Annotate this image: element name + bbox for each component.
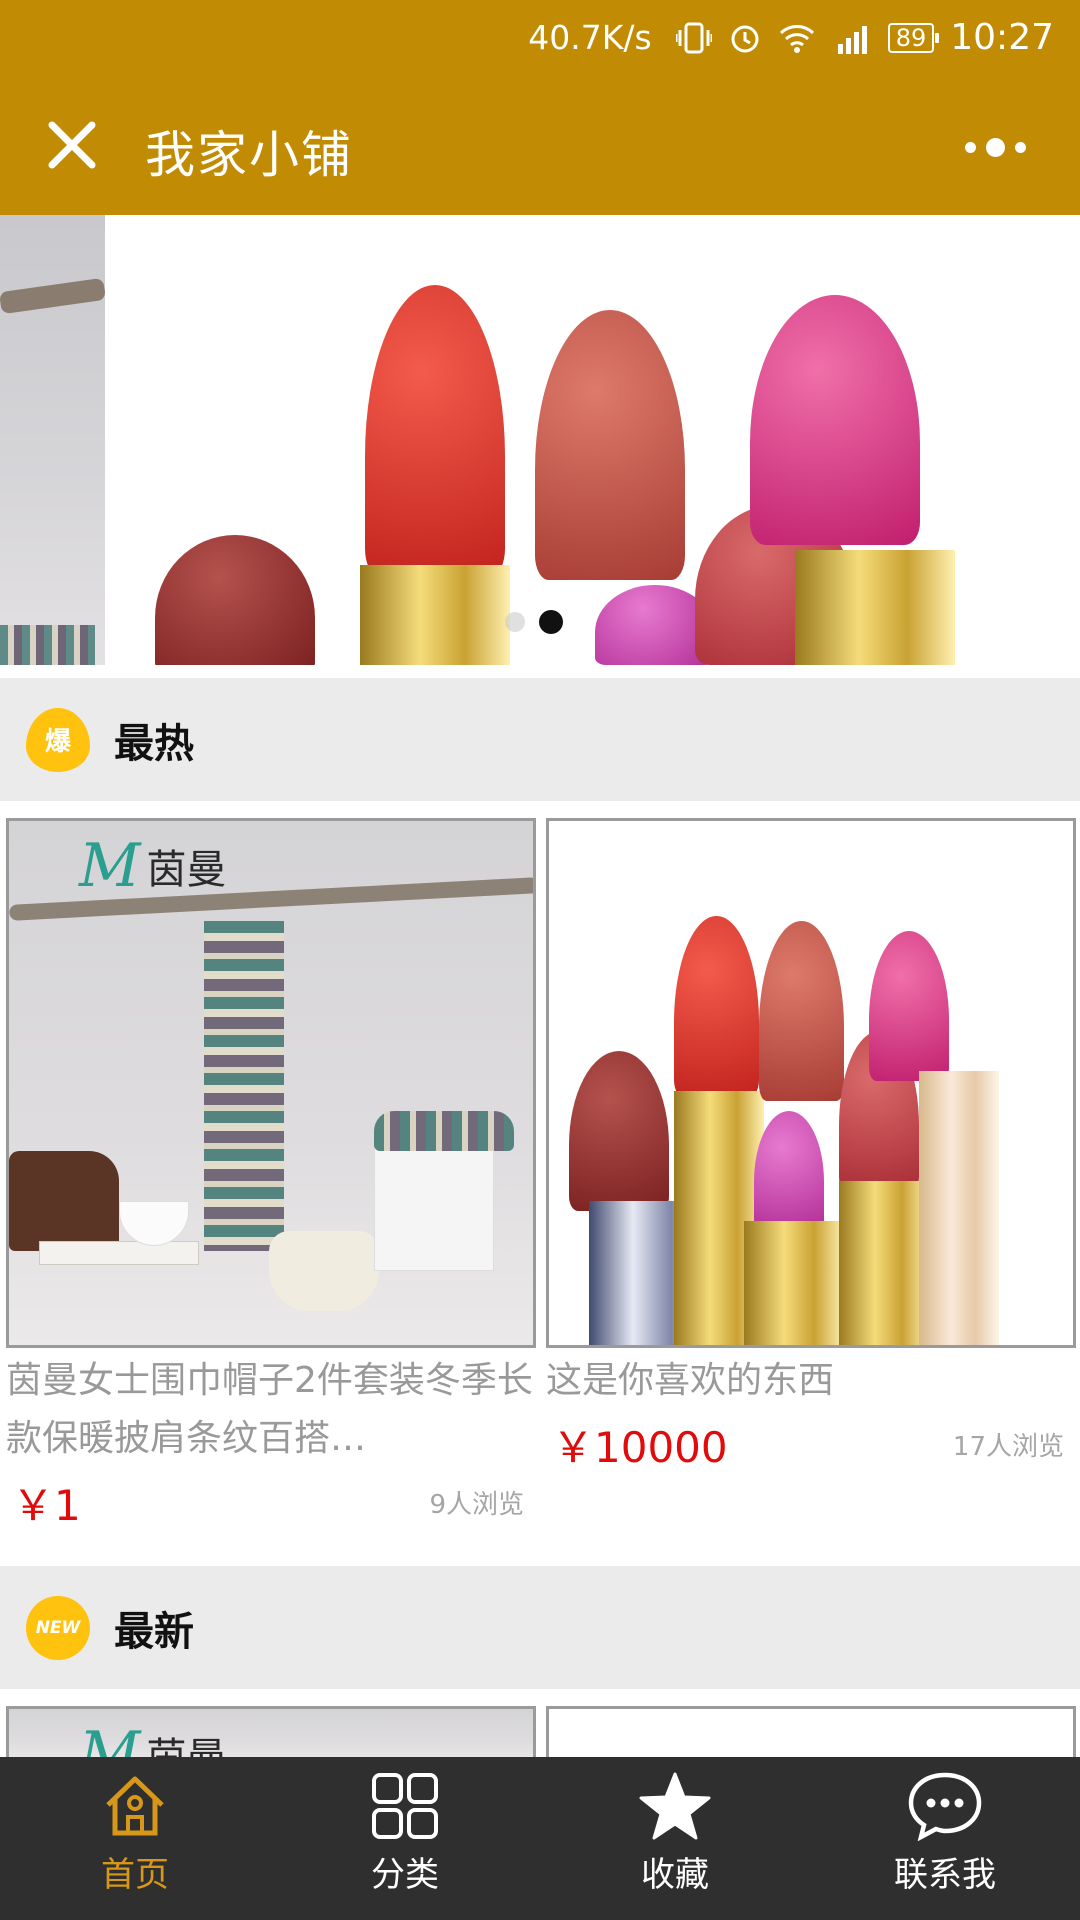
tube-graphic [744,1221,844,1345]
tab-label: 首页 [101,1855,169,1895]
scarf-photo: M 茵曼 [9,821,533,1345]
clock: 10:27 [950,17,1054,58]
tube-graphic [795,550,955,665]
close-button[interactable] [40,113,104,177]
product-name[interactable]: 这是你喜欢的东西 [546,1352,1076,1410]
lipstick-graphic [535,310,685,580]
book-graphic [39,1241,199,1265]
status-bar: 40.7K/s 89 10:27 [0,0,1080,75]
tube-graphic [919,1071,999,1345]
section-header-hot: 爆 最热 [0,678,1080,801]
hat-graphic [374,1111,514,1151]
star-icon [639,1772,711,1840]
more-icon-right [1014,141,1026,153]
title-bar: 我家小铺 [0,75,1080,215]
tube-graphic [360,565,510,665]
banner-carousel[interactable] [0,215,1080,665]
lipstick-graphic [365,285,505,575]
tab-label: 分类 [371,1855,439,1895]
more-icon [964,141,976,153]
scarf-fringe [269,1231,379,1311]
brand-logo-mark: M [79,831,141,901]
banner-prev-slide [0,215,107,665]
tube-graphic [839,1181,929,1345]
product-image-lipsticks [546,818,1076,1348]
close-icon [48,121,96,169]
home-icon [106,1776,164,1836]
banner-image-lipsticks [105,215,1080,665]
page-title: 我家小铺 [145,126,353,184]
scarf-photo: M 茵曼 [9,1709,533,1763]
tab-label: 联系我 [894,1855,996,1895]
brand-logo-text: 茵曼 [146,847,227,893]
carousel-dot-active[interactable] [539,610,563,634]
price-row: ￥10000 17人浏览 [546,1410,1076,1480]
battery-indicator: 89 [887,22,939,53]
price-row: ￥1 9人浏览 [6,1468,536,1538]
lipstick-graphic [569,1051,669,1211]
product-price: ￥1 [12,1481,81,1530]
wifi-icon [778,22,816,54]
vibrate-icon [675,21,712,55]
grid-icon [372,1773,438,1839]
hot-badge-icon: 爆 [26,707,90,772]
tab-label: 收藏 [641,1855,709,1895]
product-name[interactable]: 茵曼女士围巾帽子2件套装冬季长款保暖披肩条纹百搭… [6,1352,536,1468]
section-title-hot: 最热 [114,720,194,767]
lipstick-graphic [155,535,315,665]
product-views: 9人浏览 [429,1490,524,1520]
scarf-graphic [204,921,284,1251]
carousel-indicators [505,610,563,634]
boots-graphic [9,1151,119,1251]
carousel-dot[interactable] [505,612,525,632]
tab-home[interactable]: 首页 [0,1757,270,1920]
product-card[interactable]: M 茵曼 茵曼女士围巾帽子2件套装冬季长款保暖披肩条纹百搭… ￥1 9人浏览 [6,818,536,1538]
lipstick-graphic [750,295,920,545]
more-icon-center [985,137,1005,157]
brand-logo: M 茵曼 [79,831,226,901]
bottom-tab-bar: 首页 分类 收藏 联系我 [0,1757,1080,1920]
section-header-new: NEW 最新 [0,1566,1080,1689]
tab-category[interactable]: 分类 [270,1757,540,1920]
lipstick-graphic [754,1111,824,1231]
product-views: 17人浏览 [952,1432,1064,1462]
scarf-graphic [0,625,95,665]
box-graphic [374,1141,494,1271]
signal-icon [832,22,872,54]
lipstick-graphic [674,916,759,1096]
product-price: ￥10000 [552,1423,728,1472]
tab-favorites[interactable]: 收藏 [540,1757,810,1920]
product-card[interactable]: 这是你喜欢的东西 ￥10000 17人浏览 [546,818,1076,1480]
more-menu-button[interactable] [945,127,1045,167]
tab-contact[interactable]: 联系我 [810,1757,1080,1920]
bowl-graphic [119,1201,189,1246]
section-title-new: 最新 [114,1608,194,1655]
chat-icon [908,1772,982,1841]
branch-graphic [0,277,107,315]
new-badge-icon: NEW [26,1595,90,1660]
alarm-icon [728,21,762,55]
lipstick-graphic [759,921,844,1101]
product-image-scarf: M 茵曼 [6,818,536,1348]
lipstick-graphic [869,931,949,1081]
network-speed: 40.7K/s [528,18,652,57]
